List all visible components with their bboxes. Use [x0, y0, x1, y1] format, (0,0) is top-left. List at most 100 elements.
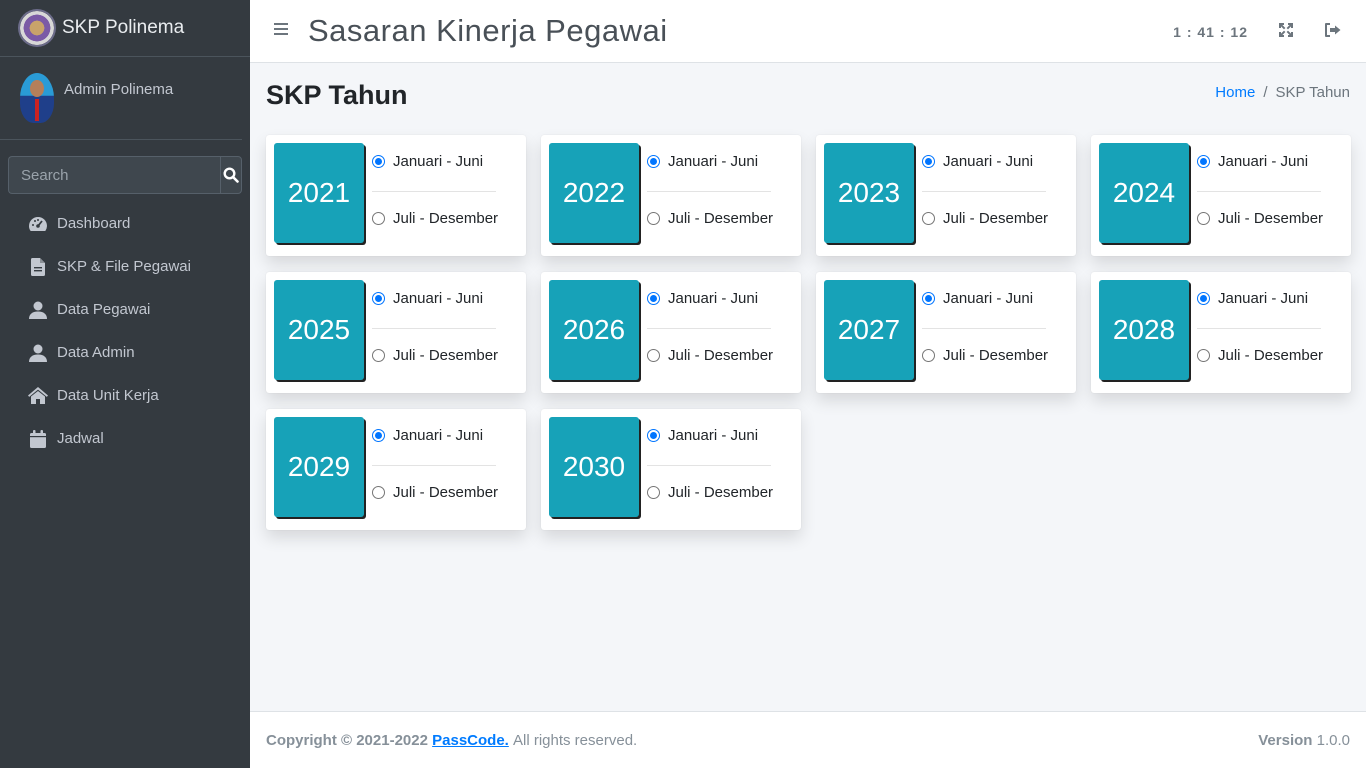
- year-box[interactable]: 2030: [549, 417, 639, 517]
- period-option-jan-jun[interactable]: Januari - Juni: [372, 290, 483, 307]
- radio-button[interactable]: [372, 292, 385, 305]
- radio-button[interactable]: [922, 155, 935, 168]
- period-option-jan-jun[interactable]: Januari - Juni: [372, 427, 483, 444]
- radio-button[interactable]: [372, 429, 385, 442]
- year-card: 2029 Januari - Juni Juli - Desember: [266, 409, 526, 530]
- user-panel[interactable]: Admin Polinema: [0, 57, 242, 140]
- option-label: Juli - Desember: [943, 347, 1049, 364]
- sidebar-item-jadwal[interactable]: Jadwal: [0, 417, 250, 460]
- sidebar: SKP Polinema Admin Polinema Dashboard SK…: [0, 0, 250, 768]
- year-box[interactable]: 2026: [549, 280, 639, 380]
- radio-button[interactable]: [1197, 155, 1210, 168]
- sidebar-item-label: Data Unit Kerja: [57, 387, 159, 404]
- year-box[interactable]: 2025: [274, 280, 364, 380]
- period-option-jul-des[interactable]: Juli - Desember: [647, 347, 773, 364]
- option-label: Juli - Desember: [668, 210, 774, 227]
- option-label: Januari - Juni: [668, 153, 759, 170]
- year-box[interactable]: 2024: [1099, 143, 1189, 243]
- option-label: Juli - Desember: [393, 484, 499, 501]
- page-title: SKP Tahun: [266, 80, 408, 110]
- year-box[interactable]: 2023: [824, 143, 914, 243]
- period-option-jul-des[interactable]: Juli - Desember: [372, 347, 498, 364]
- sidebar-item-data-pegawai[interactable]: Data Pegawai: [0, 288, 250, 331]
- sidebar-item-label: Data Pegawai: [57, 301, 151, 318]
- avatar: [20, 73, 54, 123]
- option-label: Juli - Desember: [393, 347, 499, 364]
- year-box[interactable]: 2027: [824, 280, 914, 380]
- year-card: 2028 Januari - Juni Juli - Desember: [1091, 272, 1351, 393]
- sign-out-icon: [1325, 23, 1341, 37]
- radio-button[interactable]: [1197, 212, 1210, 225]
- divider: [647, 465, 771, 466]
- radio-button[interactable]: [647, 155, 660, 168]
- divider: [922, 328, 1046, 329]
- radio-button[interactable]: [1197, 292, 1210, 305]
- divider: [922, 191, 1046, 192]
- period-option-jan-jun[interactable]: Januari - Juni: [1197, 290, 1308, 307]
- year-box[interactable]: 2028: [1099, 280, 1189, 380]
- brand-link[interactable]: SKP Polinema: [0, 0, 250, 57]
- radio-button[interactable]: [647, 292, 660, 305]
- period-option-jul-des[interactable]: Juli - Desember: [1197, 210, 1323, 227]
- radio-button[interactable]: [372, 212, 385, 225]
- sidebar-item-skp-file[interactable]: SKP & File Pegawai: [0, 245, 250, 288]
- copyright-text: Copyright © 2021-2022: [266, 731, 428, 749]
- radio-button[interactable]: [647, 486, 660, 499]
- menu-toggle-button[interactable]: [274, 22, 290, 41]
- breadcrumb-current: SKP Tahun: [1275, 84, 1350, 101]
- rights-text: All rights reserved.: [513, 731, 638, 749]
- radio-button[interactable]: [372, 486, 385, 499]
- period-option-jan-jun[interactable]: Januari - Juni: [647, 153, 758, 170]
- user-name[interactable]: Admin Polinema: [64, 81, 173, 98]
- period-option-jul-des[interactable]: Juli - Desember: [647, 210, 773, 227]
- search-button[interactable]: [220, 156, 242, 194]
- radio-button[interactable]: [922, 292, 935, 305]
- option-label: Januari - Juni: [943, 290, 1034, 307]
- sidebar-item-dashboard[interactable]: Dashboard: [0, 202, 250, 245]
- radio-button[interactable]: [647, 212, 660, 225]
- period-option-jul-des[interactable]: Juli - Desember: [922, 347, 1048, 364]
- version-number: 1.0.0: [1316, 731, 1350, 749]
- year-card: 2023 Januari - Juni Juli - Desember: [816, 135, 1076, 256]
- period-option-jan-jun[interactable]: Januari - Juni: [922, 290, 1033, 307]
- option-label: Juli - Desember: [668, 484, 774, 501]
- logout-button[interactable]: [1324, 22, 1342, 40]
- sidebar-item-label: Jadwal: [57, 430, 104, 447]
- calendar-icon: [28, 429, 48, 449]
- fullscreen-button[interactable]: [1278, 22, 1296, 40]
- radio-button[interactable]: [372, 349, 385, 362]
- period-option-jan-jun[interactable]: Januari - Juni: [647, 427, 758, 444]
- radio-button[interactable]: [922, 349, 935, 362]
- year-box[interactable]: 2022: [549, 143, 639, 243]
- period-option-jan-jun[interactable]: Januari - Juni: [922, 153, 1033, 170]
- breadcrumb-separator: /: [1263, 84, 1268, 101]
- app-title: Sasaran Kinerja Pegawai: [308, 13, 668, 48]
- footer-brand-link[interactable]: PassCode.: [432, 732, 509, 749]
- radio-button[interactable]: [922, 212, 935, 225]
- period-option-jan-jun[interactable]: Januari - Juni: [1197, 153, 1308, 170]
- radio-button[interactable]: [647, 429, 660, 442]
- radio-button[interactable]: [1197, 349, 1210, 362]
- sidebar-item-data-admin[interactable]: Data Admin: [0, 331, 250, 374]
- period-option-jul-des[interactable]: Juli - Desember: [922, 210, 1048, 227]
- sidebar-item-data-unit-kerja[interactable]: Data Unit Kerja: [0, 374, 250, 417]
- option-label: Juli - Desember: [393, 210, 499, 227]
- option-label: Januari - Juni: [393, 153, 484, 170]
- period-option-jan-jun[interactable]: Januari - Juni: [647, 290, 758, 307]
- year-box[interactable]: 2029: [274, 417, 364, 517]
- period-option-jul-des[interactable]: Juli - Desember: [647, 484, 773, 501]
- radio-button[interactable]: [647, 349, 660, 362]
- year-card: 2025 Januari - Juni Juli - Desember: [266, 272, 526, 393]
- search-input[interactable]: [8, 156, 220, 194]
- year-box[interactable]: 2021: [274, 143, 364, 243]
- period-option-jul-des[interactable]: Juli - Desember: [1197, 347, 1323, 364]
- divider: [1197, 328, 1321, 329]
- option-label: Januari - Juni: [393, 290, 484, 307]
- divider: [1197, 191, 1321, 192]
- period-option-jul-des[interactable]: Juli - Desember: [372, 484, 498, 501]
- breadcrumb-home-link[interactable]: Home: [1215, 84, 1255, 101]
- footer: Copyright © 2021-2022 PassCode. All righ…: [250, 711, 1366, 768]
- radio-button[interactable]: [372, 155, 385, 168]
- period-option-jul-des[interactable]: Juli - Desember: [372, 210, 498, 227]
- period-option-jan-jun[interactable]: Januari - Juni: [372, 153, 483, 170]
